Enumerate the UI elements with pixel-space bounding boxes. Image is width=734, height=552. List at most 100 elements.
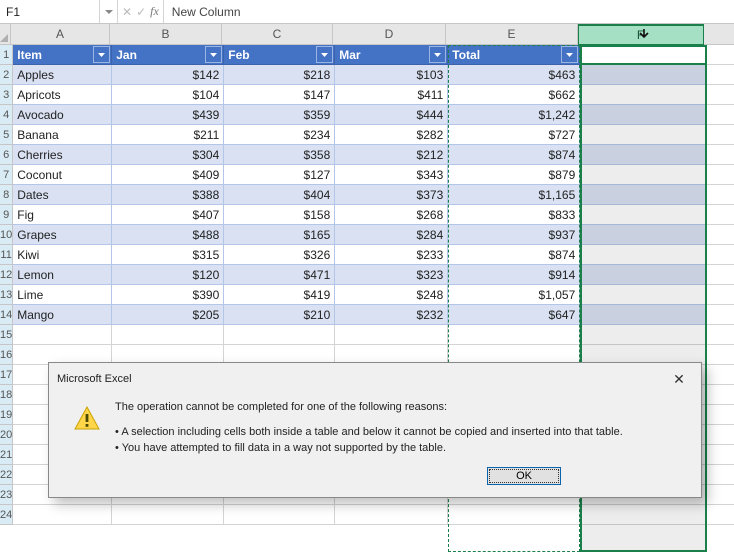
cell[interactable] (13, 325, 112, 345)
cell[interactable] (706, 425, 734, 445)
row-header[interactable]: 7 (0, 165, 13, 185)
cell[interactable] (706, 445, 734, 465)
value-cell[interactable]: $359 (224, 105, 335, 125)
value-cell[interactable]: $343 (335, 165, 448, 185)
value-cell[interactable]: $103 (335, 65, 448, 85)
value-cell[interactable]: $142 (112, 65, 224, 85)
row-header[interactable]: 12 (0, 265, 13, 285)
row-header[interactable]: 15 (0, 325, 13, 345)
cell[interactable] (706, 405, 734, 425)
cell[interactable] (706, 65, 734, 85)
row-header[interactable]: 24 (0, 505, 13, 525)
value-cell[interactable]: $388 (112, 185, 224, 205)
dialog-ok-button[interactable]: OK (487, 467, 561, 485)
table-header[interactable]: Total (448, 45, 580, 65)
value-cell[interactable]: $248 (335, 285, 448, 305)
row-header[interactable]: 13 (0, 285, 13, 305)
row-header[interactable]: 11 (0, 245, 13, 265)
row-header[interactable]: 19 (0, 405, 13, 425)
col-header-e[interactable]: E (446, 24, 578, 45)
row-header[interactable]: 22 (0, 465, 13, 485)
row-header[interactable]: 10 (0, 225, 13, 245)
item-cell[interactable]: Coconut (13, 165, 112, 185)
row-header[interactable]: 8 (0, 185, 13, 205)
cell[interactable] (706, 385, 734, 405)
value-cell[interactable]: $234 (224, 125, 335, 145)
row-header[interactable]: 6 (0, 145, 13, 165)
formula-input[interactable]: New Column (164, 0, 734, 23)
cell[interactable] (580, 325, 706, 345)
dialog-close-button[interactable]: ✕ (665, 369, 693, 389)
item-cell[interactable]: Dates (13, 185, 112, 205)
value-cell[interactable]: $212 (335, 145, 448, 165)
cell[interactable] (112, 505, 224, 525)
value-cell[interactable]: $373 (335, 185, 448, 205)
row-header[interactable]: 18 (0, 385, 13, 405)
value-cell[interactable]: $833 (448, 205, 580, 225)
value-cell[interactable]: $937 (448, 225, 580, 245)
value-cell[interactable]: $165 (224, 225, 335, 245)
value-cell[interactable]: $444 (335, 105, 448, 125)
cell[interactable] (706, 45, 734, 65)
value-cell[interactable]: $914 (448, 265, 580, 285)
value-cell[interactable]: $1,057 (448, 285, 580, 305)
enter-icon[interactable]: ✓ (136, 5, 146, 19)
value-cell[interactable]: $662 (448, 85, 580, 105)
value-cell[interactable]: $326 (224, 245, 335, 265)
table-header[interactable]: Feb (224, 45, 335, 65)
cell[interactable] (706, 185, 734, 205)
value-cell[interactable]: $1,165 (448, 185, 580, 205)
item-cell[interactable]: Apricots (13, 85, 112, 105)
value-cell[interactable]: $407 (112, 205, 224, 225)
value-cell[interactable]: $488 (112, 225, 224, 245)
col-header-f[interactable]: F (578, 24, 704, 45)
col-header-g[interactable] (704, 24, 734, 45)
value-cell[interactable]: $404 (224, 185, 335, 205)
filter-dropdown-icon[interactable] (429, 46, 446, 63)
cell[interactable] (335, 505, 448, 525)
cell[interactable] (224, 325, 335, 345)
filter-dropdown-icon[interactable] (561, 46, 578, 63)
value-cell[interactable]: $120 (112, 265, 224, 285)
value-cell[interactable] (580, 85, 706, 105)
row-header[interactable]: 4 (0, 105, 13, 125)
value-cell[interactable] (580, 205, 706, 225)
value-cell[interactable]: $218 (224, 65, 335, 85)
cell[interactable] (706, 105, 734, 125)
value-cell[interactable]: $268 (335, 205, 448, 225)
value-cell[interactable]: $463 (448, 65, 580, 85)
value-cell[interactable] (580, 185, 706, 205)
cell[interactable] (706, 505, 734, 525)
row-header[interactable]: 2 (0, 65, 13, 85)
cell[interactable] (706, 245, 734, 265)
row-header[interactable]: 1 (0, 45, 13, 65)
col-header-a[interactable]: A (11, 24, 110, 45)
cell[interactable] (335, 325, 448, 345)
value-cell[interactable]: $727 (448, 125, 580, 145)
cell[interactable] (706, 145, 734, 165)
value-cell[interactable]: $419 (224, 285, 335, 305)
item-cell[interactable]: Fig (13, 205, 112, 225)
item-cell[interactable]: Kiwi (13, 245, 112, 265)
name-box[interactable]: F1 (0, 0, 100, 23)
select-all-corner[interactable] (0, 24, 11, 45)
cell[interactable] (112, 325, 224, 345)
value-cell[interactable]: $1,242 (448, 105, 580, 125)
filter-dropdown-icon[interactable] (93, 46, 110, 63)
cell[interactable] (448, 505, 580, 525)
filter-dropdown-icon[interactable] (687, 46, 704, 63)
item-cell[interactable]: Mango (13, 305, 112, 325)
value-cell[interactable]: $233 (335, 245, 448, 265)
row-header[interactable]: 23 (0, 485, 13, 505)
row-header[interactable]: 3 (0, 85, 13, 105)
item-cell[interactable]: Banana (13, 125, 112, 145)
value-cell[interactable]: $471 (224, 265, 335, 285)
value-cell[interactable]: $205 (112, 305, 224, 325)
item-cell[interactable]: Cherries (13, 145, 112, 165)
value-cell[interactable]: $409 (112, 165, 224, 185)
row-header[interactable]: 9 (0, 205, 13, 225)
cell[interactable] (706, 165, 734, 185)
value-cell[interactable] (580, 105, 706, 125)
table-header[interactable]: Mar (335, 45, 448, 65)
cell[interactable] (706, 225, 734, 245)
